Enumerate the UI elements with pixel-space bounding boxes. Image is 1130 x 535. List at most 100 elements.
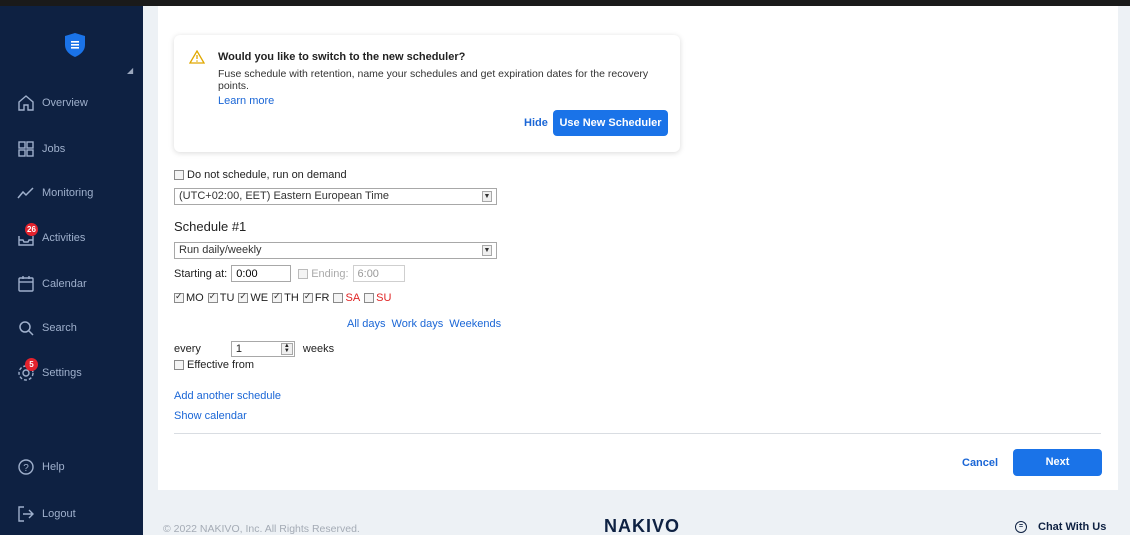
grid-icon (16, 139, 36, 159)
learn-more-link[interactable]: Learn more (218, 95, 274, 107)
next-button[interactable]: Next (1013, 449, 1102, 476)
sidebar-item-jobs[interactable]: Jobs (16, 138, 65, 160)
chat-label: Chat With Us (1038, 521, 1107, 533)
day-checkbox[interactable] (302, 291, 313, 303)
day-checkbox[interactable] (272, 291, 283, 303)
frequency-value: Run daily/weekly (179, 244, 262, 256)
sidebar-item-label: Help (42, 461, 65, 473)
sidebar-item-calendar[interactable]: Calendar (16, 273, 87, 295)
schedule-heading: Schedule #1 (174, 219, 247, 234)
day-checkbox[interactable] (364, 293, 375, 303)
show-calendar-link[interactable]: Show calendar (174, 410, 247, 422)
calendar-icon (16, 274, 36, 294)
day-label: MO (186, 292, 204, 304)
starting-label: Starting at: (174, 267, 228, 280)
every-row: every 1 ▲ ▼ weeks (174, 341, 334, 357)
day-checkbox[interactable] (238, 291, 249, 303)
effective-label: Effective from (187, 359, 255, 371)
all-days-link[interactable]: All days (347, 318, 386, 330)
sidebar-item-label: Calendar (42, 278, 87, 290)
sidebar-item-overview[interactable]: Overview (16, 92, 88, 114)
day-fr[interactable]: FR (302, 291, 330, 304)
divider (174, 433, 1101, 434)
use-new-scheduler-button[interactable]: Use New Scheduler (553, 110, 668, 136)
weekends-link[interactable]: Weekends (449, 318, 501, 330)
sidebar: ◢ (0, 0, 143, 535)
day-label: WE (250, 292, 269, 304)
chat-with-us-button[interactable]: = Chat With Us (1015, 521, 1106, 533)
cancel-button[interactable]: Cancel (962, 457, 998, 469)
sidebar-item-activities[interactable]: 26 Activities (16, 223, 86, 249)
every-value: 1 (235, 343, 243, 355)
warning-icon (189, 50, 205, 64)
on-demand-row: Do not schedule, run on demand (174, 169, 347, 181)
on-demand-checkbox[interactable] (174, 170, 184, 180)
sidebar-item-label: Monitoring (42, 187, 94, 199)
ending-time-input[interactable] (352, 265, 405, 282)
sidebar-item-label: Jobs (42, 143, 66, 155)
scheduler-notice: Would you like to switch to the new sche… (174, 35, 680, 152)
sidebar-item-label: Logout (42, 508, 76, 520)
home-icon (16, 93, 36, 113)
day-su[interactable]: SU (364, 292, 391, 304)
day-th[interactable]: TH (272, 291, 299, 304)
logout-icon (16, 504, 36, 524)
sidebar-item-monitoring[interactable]: Monitoring (16, 182, 93, 204)
activities-badge: 26 (25, 223, 38, 236)
sidebar-item-search[interactable]: Search (16, 317, 77, 339)
every-stepper[interactable]: 1 ▲ ▼ (230, 341, 295, 357)
chevron-down-icon: ▼ (482, 191, 492, 202)
help-icon: ? (16, 457, 36, 477)
every-label: every (174, 343, 201, 355)
notice-description: Fuse schedule with retention, name your … (218, 68, 649, 92)
timezone-select[interactable]: (UTC+02:00, EET) Eastern European Time ▼ (174, 188, 497, 205)
work-days-link[interactable]: Work days (392, 318, 444, 330)
day-label: TU (219, 292, 235, 304)
gear-icon: 5 (16, 358, 38, 383)
quick-days-row: All days Work days Weekends (347, 318, 501, 330)
copyright: © 2022 NAKIVO, Inc. All Rights Reserved. (163, 523, 360, 535)
sidebar-item-settings[interactable]: 5 Settings (16, 358, 82, 384)
add-schedule-link[interactable]: Add another schedule (174, 390, 281, 402)
day-checkbox[interactable] (333, 293, 344, 303)
svg-text:?: ? (23, 463, 29, 474)
frequency-select[interactable]: Run daily/weekly ▼ (174, 242, 497, 259)
stepper-arrows-icon[interactable]: ▲ ▼ (280, 343, 293, 355)
weeks-label: weeks (302, 343, 335, 355)
sidebar-item-label: Activities (42, 232, 86, 244)
day-we[interactable]: WE (238, 291, 269, 304)
nakivo-logo: NAKIVO (604, 516, 681, 535)
day-checkbox[interactable] (174, 291, 184, 303)
day-mo[interactable]: MO (174, 291, 204, 304)
sidebar-item-logout[interactable]: Logout (16, 503, 76, 525)
trend-icon (16, 183, 36, 203)
timezone-value: (UTC+02:00, EET) Eastern European Time (179, 190, 390, 202)
notice-title: Would you like to switch to the new sche… (218, 51, 466, 63)
day-label: SA (345, 292, 361, 304)
chevron-down-icon: ▼ (482, 245, 492, 256)
day-checkbox[interactable] (207, 291, 218, 303)
settings-badge: 5 (25, 358, 38, 371)
ending-label: Ending: (311, 267, 349, 280)
search-icon (16, 318, 36, 338)
chat-icon: = (1015, 521, 1027, 533)
day-label: FR (314, 292, 330, 304)
time-row: Starting at: Ending: (174, 265, 405, 282)
day-label: TH (284, 292, 299, 304)
sidebar-item-help[interactable]: ? Help (16, 456, 65, 478)
effective-checkbox[interactable] (174, 360, 184, 370)
hide-button[interactable]: Hide (524, 117, 548, 129)
sidebar-item-label: Search (42, 322, 77, 334)
inbox-icon: 26 (16, 223, 38, 248)
sidebar-item-label: Overview (42, 97, 88, 109)
days-row: MO TU WE TH FR SA SU (174, 291, 395, 304)
collapse-icon[interactable]: ◢ (127, 66, 133, 75)
on-demand-label: Do not schedule, run on demand (187, 169, 347, 181)
day-label: SU (376, 292, 392, 304)
sidebar-item-label: Settings (42, 367, 82, 379)
ending-checkbox[interactable] (298, 268, 309, 279)
day-sa[interactable]: SA (333, 292, 360, 304)
day-tu[interactable]: TU (207, 291, 235, 304)
effective-row: Effective from (174, 359, 254, 371)
starting-time-input[interactable] (231, 265, 292, 282)
